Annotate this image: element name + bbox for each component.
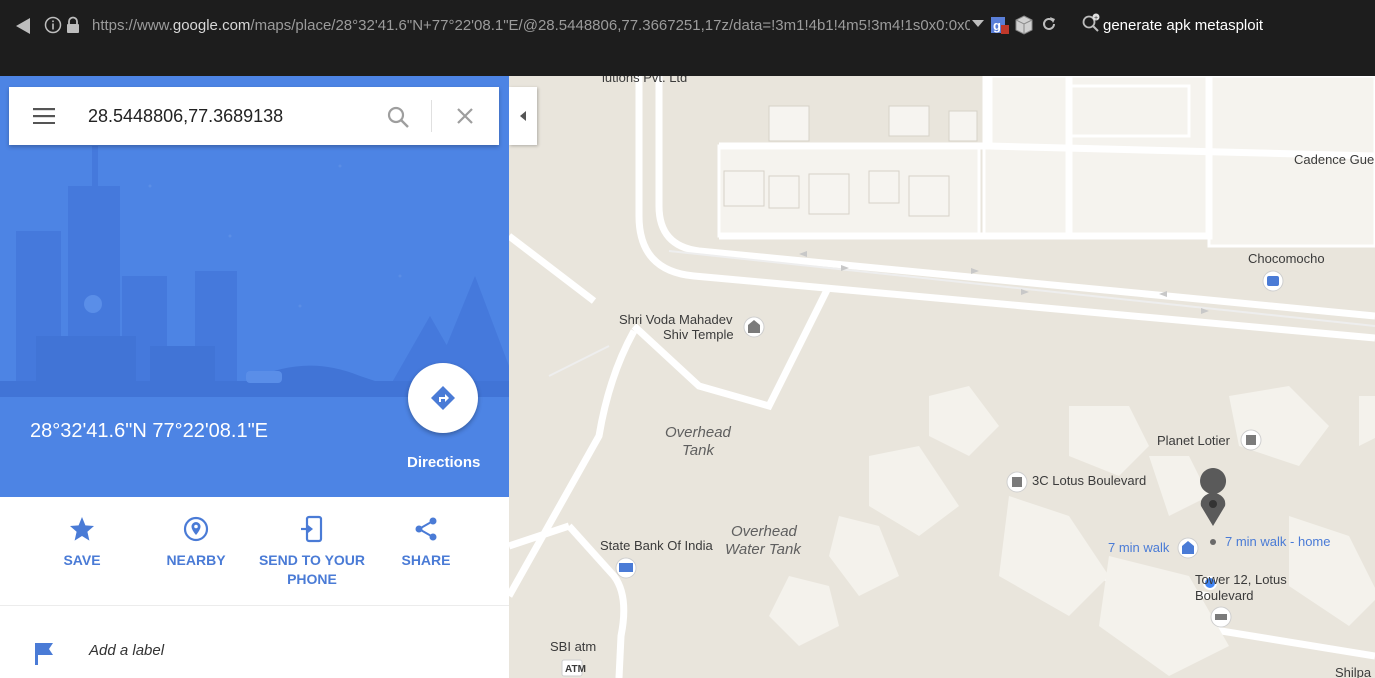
browser-toolbar: https://www.google.com/maps/place/28°32'… [0,0,1375,76]
map-label-cadence[interactable]: Cadence Gue [1294,152,1374,168]
map-label-sbi-bank[interactable]: State Bank Of India [600,538,713,554]
map-label-tower-line2[interactable]: Boulevard [1195,588,1254,604]
map-canvas[interactable]: lutions Pvt. Ltd Cadence Gue Chocomocho … [509,76,1375,678]
map-label-shilpa[interactable]: Shilpa [1335,665,1371,678]
map-label-walk-home[interactable]: 7 min walk - home [1225,534,1330,550]
directions-label[interactable]: Directions [407,454,480,471]
extension-cube-icon[interactable] [1014,14,1034,36]
map-label-overhead-water-2: Water Tank [725,541,801,558]
search-divider [431,100,432,132]
map-label-solutions[interactable]: lutions Pvt. Ltd [602,76,687,86]
nearby-label: NEARBY [166,552,226,568]
map-label-planet-lotier[interactable]: Planet Lotier [1157,433,1230,449]
url-scheme: https://www. [92,17,173,34]
svg-text:+: + [1094,15,1098,22]
map-label-tower-line1[interactable]: Tower 12, Lotus [1195,572,1287,588]
share-button[interactable]: SHARE [398,515,454,570]
url-path: /maps/place/28°32'41.6"N+77°22'08.1"E/@2… [250,17,970,34]
star-icon [70,517,94,541]
info-icon[interactable] [44,16,62,34]
address-bar[interactable]: https://www.google.com/maps/place/28°32'… [92,17,970,34]
place-coordinates: 28°32'41.6"N 77°22'08.1"E [30,420,269,442]
search-input[interactable] [88,103,368,129]
directions-icon [431,386,455,410]
save-label: SAVE [63,552,101,568]
save-button[interactable]: SAVE [58,515,106,570]
url-host: google.com [172,17,251,34]
share-label: SHARE [401,552,451,568]
map-label-overhead-water-1: Overhead [731,523,797,540]
close-icon[interactable] [456,107,474,125]
flag-icon [35,643,53,665]
add-label-text: Add a label [89,642,165,659]
map-label-sbi-atm[interactable]: SBI atm [550,639,596,655]
action-bar: SAVE NEARBY SEND TO YOUR PHONE SHARE [0,497,509,606]
search-icon[interactable] [386,105,410,129]
share-icon [415,517,437,541]
extension-g-icon[interactable]: g [990,14,1010,36]
directions-button[interactable] [408,363,478,433]
hamburger-menu-icon[interactable] [33,108,55,124]
send-to-phone-icon [301,515,323,543]
back-arrow-icon[interactable] [14,16,32,36]
nearby-button[interactable]: NEARBY [160,515,232,570]
collapse-panel-button[interactable] [509,87,537,145]
nearby-pin-icon [183,516,209,542]
map-label-temple-line2[interactable]: Shiv Temple [663,327,734,343]
add-label-row[interactable]: Add a label [0,606,509,678]
map-atm-badge: ATM [565,664,586,675]
dropdown-arrow-icon[interactable] [972,20,984,28]
lock-icon [67,16,79,33]
browser-search-text[interactable]: generate apk metasploit [1103,17,1263,34]
map-label-walk-left[interactable]: 7 min walk [1108,540,1169,556]
send-label-line1: SEND TO YOUR [258,552,366,568]
map-label-overhead-tank-1: Overhead [665,424,731,441]
caret-left-icon [520,111,526,121]
search-box [9,87,499,145]
reload-icon[interactable] [1040,15,1058,33]
send-to-phone-button[interactable]: SEND TO YOUR PHONE [257,515,367,589]
place-panel: 28°32'41.6"N 77°22'08.1"E Directions SAV… [0,76,509,678]
search-engine-icon[interactable]: + [1081,13,1103,33]
map-label-overhead-tank-2: Tank [682,442,714,459]
map-label-temple-line1[interactable]: Shri Voda Mahadev [619,312,732,328]
send-label-line2: PHONE [287,571,337,587]
map-label-chocomocho[interactable]: Chocomocho [1248,251,1325,267]
map-label-3c-lotus[interactable]: 3C Lotus Boulevard [1032,473,1146,489]
svg-text:g: g [993,18,1001,33]
